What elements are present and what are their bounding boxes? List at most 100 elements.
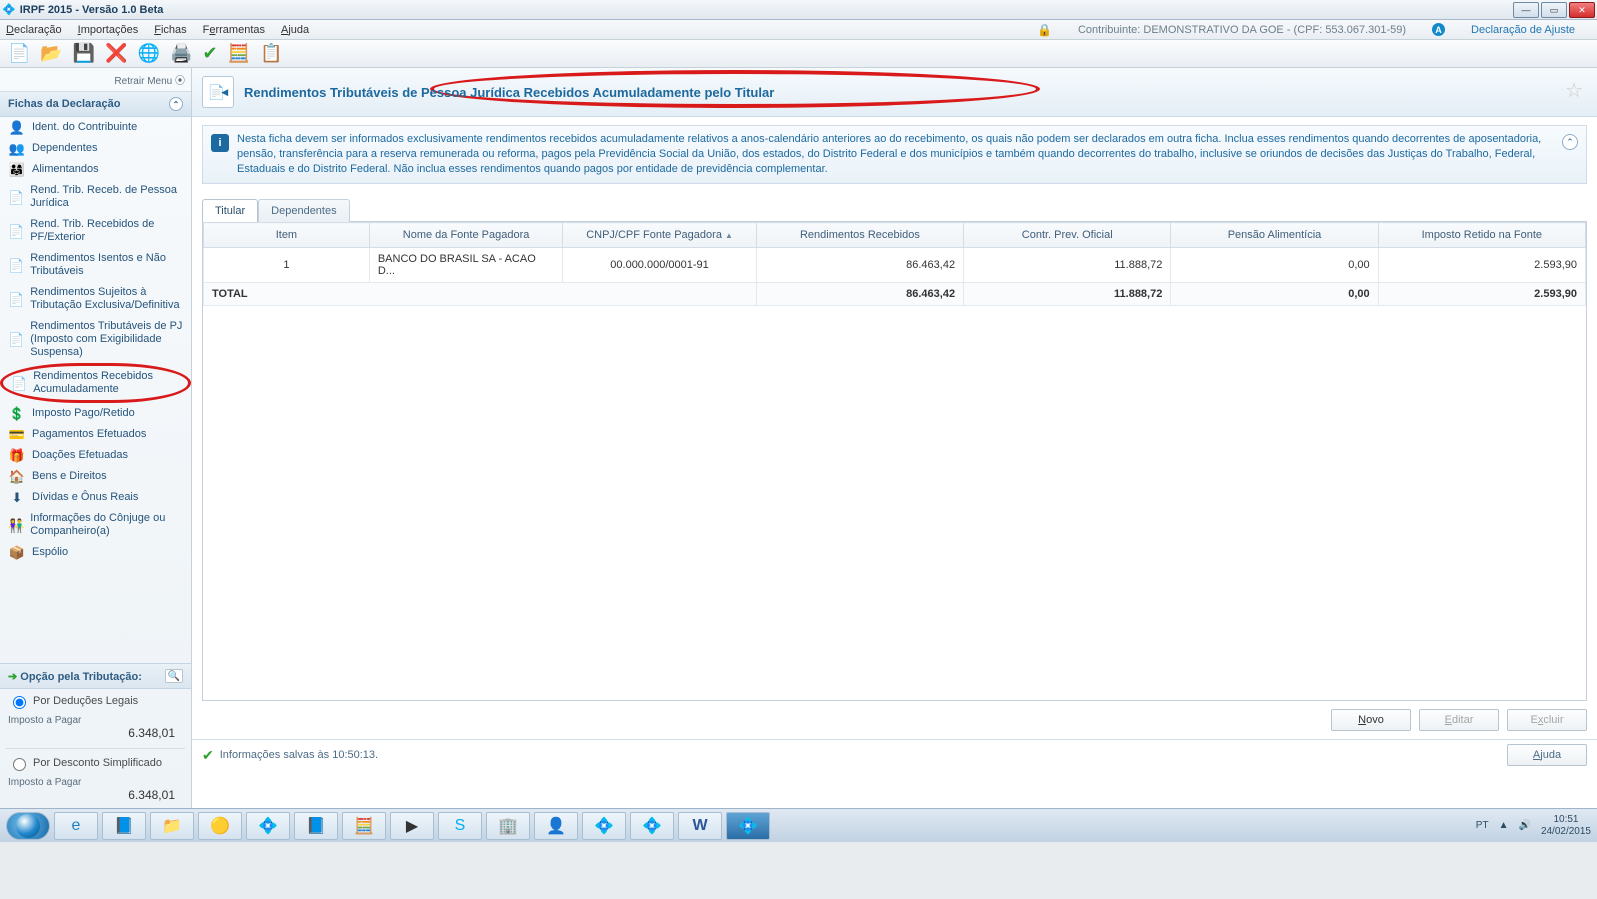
maximize-button[interactable]: ▭ [1541, 2, 1567, 18]
nav-icon: 💲 [8, 407, 26, 420]
collapse-info-icon[interactable]: ⌃ [1562, 134, 1578, 150]
section-header-fichas[interactable]: Fichas da Declaração ⌃ [0, 92, 191, 117]
sidebar: Retrair Menu ⦿ Fichas da Declaração ⌃ 👤I… [0, 68, 192, 808]
sidebar-item-4[interactable]: 📄Rend. Trib. Recebidos de PF/Exterior [0, 214, 191, 248]
sidebar-item-5[interactable]: 📄Rendimentos Isentos e Não Tributáveis [0, 248, 191, 282]
nav-label: Alimentandos [32, 163, 99, 176]
tab-titular[interactable]: Titular [202, 199, 258, 222]
col-imp[interactable]: Imposto Retido na Fonte [1378, 223, 1585, 248]
tray-sound-icon[interactable]: 🔊 [1518, 820, 1530, 831]
close-button[interactable]: ✕ [1569, 2, 1595, 18]
table: Item Nome da Fonte Pagadora CNPJ/CPF Fon… [202, 221, 1587, 701]
menubar: Declaração Importações Fichas Ferramenta… [0, 20, 1597, 40]
main-panel: 📄◀ Rendimentos Tributáveis de Pessoa Jur… [192, 68, 1597, 808]
nav-label: Rend. Trib. Recebidos de PF/Exterior [30, 218, 183, 244]
sidebar-item-8[interactable]: 📄Rendimentos Recebidos Acumuladamente [0, 363, 191, 403]
table-row[interactable]: 1 BANCO DO BRASIL SA - ACAO D... 00.000.… [204, 248, 1586, 283]
app-icon: 💠 [2, 3, 16, 16]
page-title: Rendimentos Tributáveis de Pessoa Jurídi… [244, 85, 774, 100]
sidebar-item-12[interactable]: 🏠Bens e Direitos [0, 466, 191, 487]
menu-fichas[interactable]: Fichas [154, 24, 186, 36]
sidebar-item-0[interactable]: 👤Ident. do Contribuinte [0, 117, 191, 138]
menu-ferramentas[interactable]: Ferramentas [203, 24, 265, 36]
sidebar-item-11[interactable]: 🎁Doações Efetuadas [0, 445, 191, 466]
taskbar-media-icon[interactable]: ▶ [390, 812, 434, 840]
sidebar-item-2[interactable]: 👨‍👩‍👧Alimentandos [0, 159, 191, 180]
sidebar-item-15[interactable]: 📦Espólio [0, 542, 191, 563]
table-total-row: TOTAL 86.463,42 11.888,72 0,00 2.593,90 [204, 283, 1586, 306]
col-contr[interactable]: Contr. Prev. Oficial [964, 223, 1171, 248]
tray-date[interactable]: 24/02/2015 [1541, 826, 1591, 838]
button-row: Novo Editar Excluir [192, 701, 1597, 739]
nav-label: Pagamentos Efetuados [32, 428, 146, 441]
tray-flag-icon[interactable]: ▲ [1499, 820, 1509, 831]
tab-dependentes[interactable]: Dependentes [258, 199, 349, 222]
taskbar-app6-icon[interactable]: 💠 [582, 812, 626, 840]
taskbar-app3-icon[interactable]: 📘 [294, 812, 338, 840]
col-item[interactable]: Item [204, 223, 370, 248]
status-text: Informações salvas às 10:50:13. [220, 749, 378, 761]
sidebar-item-7[interactable]: 📄Rendimentos Tributáveis de PJ (Imposto … [0, 316, 191, 363]
nav-label: Doações Efetuadas [32, 449, 128, 462]
window-title: IRPF 2015 - Versão 1.0 Beta [16, 4, 164, 16]
tray-time[interactable]: 10:51 [1541, 814, 1591, 826]
back-button[interactable]: 📄◀ [202, 76, 234, 108]
retrair-menu[interactable]: Retrair Menu ⦿ [0, 68, 191, 92]
sidebar-item-10[interactable]: 💳Pagamentos Efetuados [0, 424, 191, 445]
excluir-button[interactable]: Excluir [1507, 709, 1587, 731]
menu-declaracao[interactable]: Declaração [6, 24, 62, 36]
search-icon[interactable]: 🔍 [165, 669, 183, 683]
start-button[interactable] [6, 812, 50, 840]
taskbar-active-icon[interactable]: 💠 [726, 812, 770, 840]
menu-ajuda[interactable]: Ajuda [281, 24, 309, 36]
sidebar-item-14[interactable]: 👫Informações do Cônjuge ou Companheiro(a… [0, 508, 191, 542]
ajuda-button[interactable]: Ajuda [1507, 744, 1587, 766]
sidebar-item-1[interactable]: 👥Dependentes [0, 138, 191, 159]
editar-button[interactable]: Editar [1419, 709, 1499, 731]
nav-icon: 📄 [8, 259, 24, 272]
sidebar-item-6[interactable]: 📄Rendimentos Sujeitos à Tributação Exclu… [0, 282, 191, 316]
novo-button[interactable]: Novo [1331, 709, 1411, 731]
radio-deducoes[interactable]: Por Deduções Legais [8, 693, 183, 709]
collapse-icon[interactable]: ⌃ [169, 97, 183, 111]
sidebar-item-3[interactable]: 📄Rend. Trib. Receb. de Pessoa Jurídica [0, 180, 191, 214]
tray-lang[interactable]: PT [1476, 820, 1489, 831]
toolbar-calc-icon[interactable]: 🧮 [228, 43, 250, 64]
taskbar-skype-icon[interactable]: S [438, 812, 482, 840]
nav-icon: 👥 [8, 142, 26, 155]
toolbar-clipboard-icon[interactable]: 📋 [260, 43, 282, 64]
star-icon[interactable]: ☆ [1565, 78, 1583, 103]
taskbar-explorer-icon[interactable]: 📁 [150, 812, 194, 840]
nav-label: Espólio [32, 546, 68, 559]
toolbar-open-icon[interactable]: 📂 [40, 43, 62, 64]
minimize-button[interactable]: — [1513, 2, 1539, 18]
toolbar-check-icon[interactable]: ✔ [203, 43, 218, 64]
taskbar-app7-icon[interactable]: 💠 [630, 812, 674, 840]
nav-icon: 📄 [8, 293, 24, 306]
taskbar-app2-icon[interactable]: 💠 [246, 812, 290, 840]
sidebar-item-9[interactable]: 💲Imposto Pago/Retido [0, 403, 191, 424]
col-cnpj[interactable]: CNPJ/CPF Fonte Pagadora▲ [563, 223, 756, 248]
col-rend[interactable]: Rendimentos Recebidos [756, 223, 963, 248]
taskbar-app5-icon[interactable]: 👤 [534, 812, 578, 840]
toolbar-delete-icon[interactable]: ❌ [105, 43, 127, 64]
radio-simplificado[interactable]: Por Desconto Simplificado [8, 755, 183, 771]
imposto-valor-1: 6.348,01 [0, 726, 191, 746]
taskbar-app1-icon[interactable]: 📘 [102, 812, 146, 840]
toolbar-globe-icon[interactable]: 🌐 [138, 43, 160, 64]
menu-importacoes[interactable]: Importações [78, 24, 139, 36]
taskbar-ie-icon[interactable]: e [54, 812, 98, 840]
status-bar: ✔ Informações salvas às 10:50:13. Ajuda [192, 739, 1597, 770]
nav-label: Rendimentos Tributáveis de PJ (Imposto c… [30, 320, 183, 359]
taskbar-calc-icon[interactable]: 🧮 [342, 812, 386, 840]
toolbar-new-icon[interactable]: 📄 [8, 43, 30, 64]
sidebar-item-13[interactable]: ⬇Dívidas e Ônus Reais [0, 487, 191, 508]
toolbar-print-icon[interactable]: 🖨️ [170, 43, 192, 64]
taskbar-app4-icon[interactable]: 🏢 [486, 812, 530, 840]
imposto-label-2: Imposto a Pagar [0, 775, 191, 788]
col-pensao[interactable]: Pensão Alimentícia [1171, 223, 1378, 248]
taskbar-word-icon[interactable]: W [678, 812, 722, 840]
col-fonte[interactable]: Nome da Fonte Pagadora [369, 223, 562, 248]
taskbar-chrome-icon[interactable]: 🟡 [198, 812, 242, 840]
toolbar-save-icon[interactable]: 💾 [73, 43, 95, 64]
